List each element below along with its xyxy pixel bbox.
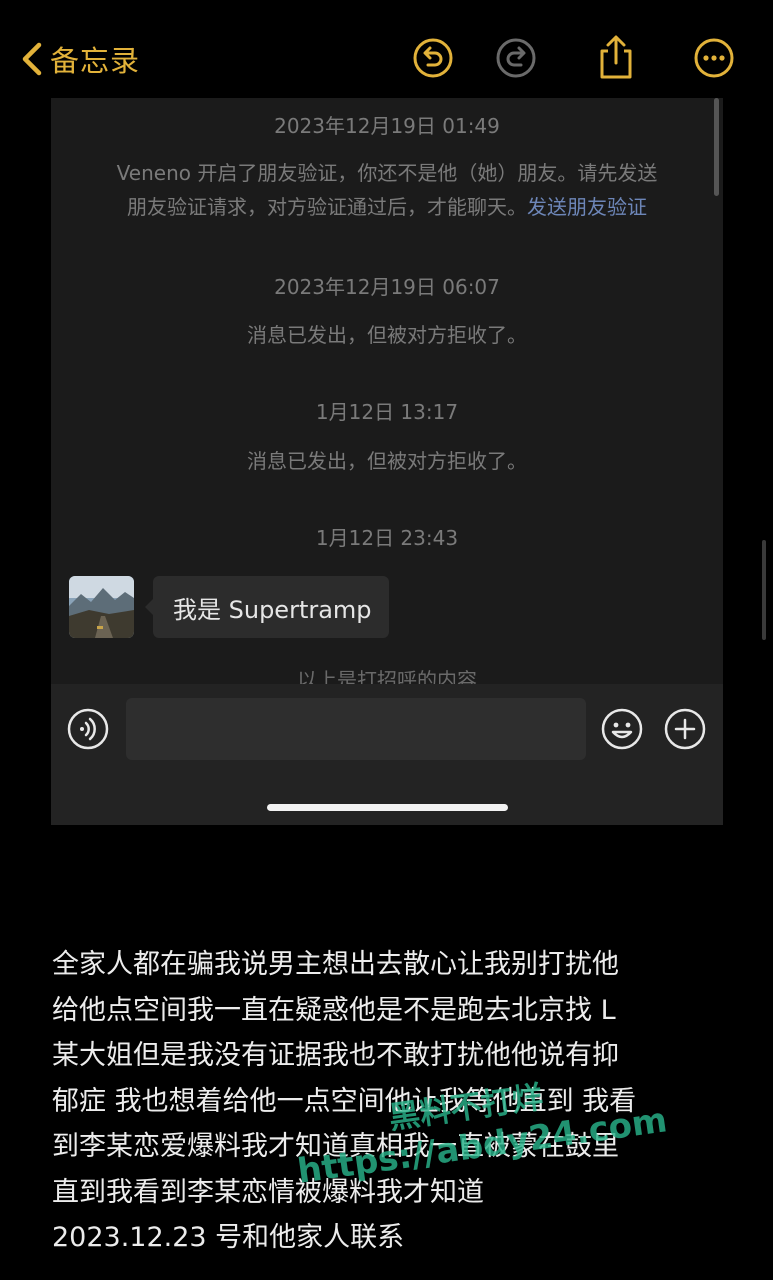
top-nav-bar: 备忘录 [0, 0, 773, 110]
chat-screenshot: 2023年12月19日 01:49 Veneno 开启了朋友验证，你还不是他（她… [51, 98, 723, 825]
emoji-button[interactable] [601, 708, 643, 754]
note-line: 全家人都在骗我说男主想出去散心让我别打扰他 [52, 949, 619, 980]
back-label: 备忘录 [50, 44, 141, 78]
note-line: 某大姐但是我没有证据我也不敢打扰他他说有抑 [52, 1040, 619, 1071]
system-message-rejected: 消息已发出，但被对方拒收了。 [247, 323, 527, 347]
home-indicator [267, 804, 508, 811]
more-button[interactable] [692, 36, 736, 80]
redo-button[interactable] [494, 36, 538, 80]
chevron-left-icon [22, 42, 42, 76]
share-button[interactable] [594, 33, 638, 79]
undo-button[interactable] [411, 36, 455, 80]
timestamp: 2023年12月19日 01:49 [274, 114, 500, 138]
page-scrollbar[interactable] [762, 540, 766, 640]
system-message-rejected: 消息已发出，但被对方拒收了。 [247, 449, 527, 473]
voice-button[interactable] [67, 708, 109, 754]
redo-icon [496, 38, 536, 78]
more-icon [694, 38, 734, 78]
voice-icon [67, 708, 109, 750]
plus-icon [664, 708, 706, 750]
share-icon [600, 35, 632, 79]
note-line: 2023.12.23 号和他家人联系 [52, 1222, 405, 1253]
emoji-icon [601, 708, 643, 750]
plus-button[interactable] [664, 708, 706, 754]
note-line: 给他点空间我一直在疑惑他是不是跑去北京找 L [52, 994, 616, 1026]
timestamp: 1月12日 13:17 [315, 400, 459, 424]
timestamp: 1月12日 23:43 [315, 526, 459, 550]
message-bubble[interactable]: 我是 Supertramp [145, 576, 389, 638]
system-message-verification: Veneno 开启了朋友验证，你还不是他（她）朋友。请先发送 朋友验证请求，对方… [116, 161, 658, 219]
message-input[interactable] [126, 698, 586, 760]
avatar[interactable] [69, 576, 134, 638]
back-button[interactable]: 备忘录 [20, 38, 140, 80]
send-verification-link[interactable]: 发送朋友验证 [527, 195, 647, 219]
undo-icon [413, 38, 453, 78]
timestamp: 2023年12月19日 06:07 [274, 275, 500, 299]
chat-input-bar [51, 684, 723, 825]
